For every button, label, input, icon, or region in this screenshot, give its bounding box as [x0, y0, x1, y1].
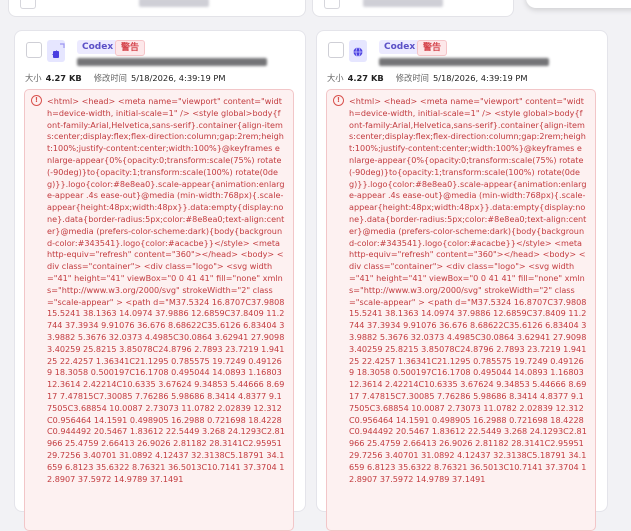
file-meta: 大小 4.27 KB 修改时间 5/18/2026, 4:39:19 PM [25, 72, 226, 84]
select-checkbox[interactable] [26, 42, 42, 58]
size-value: 4.27 KB [347, 73, 384, 83]
source-tag: Codex [379, 40, 421, 54]
file-name-redacted [379, 58, 549, 66]
error-message-box: ! <html> <head> <meta name="viewport" co… [326, 89, 596, 531]
previous-card-right [312, 0, 514, 17]
previous-card-checkbox[interactable] [324, 0, 340, 9]
modified-label: 修改时间 [93, 73, 127, 83]
error-message-text: <html> <head> <meta name="viewport" cont… [349, 96, 590, 484]
file-meta: 大小 4.27 KB 修改时间 5/18/2026, 4:39:19 PM [327, 72, 528, 84]
select-checkbox[interactable] [328, 42, 344, 58]
previous-card-redacted-text [363, 0, 443, 7]
warning-badge: 警告 [115, 40, 146, 56]
alert-circle-icon: ! [31, 95, 42, 106]
file-card[interactable]: Codex 警告 大小 4.27 KB 修改时间 5/18/2026, 4:39:19… [316, 30, 608, 531]
error-message-box: ! <html> <head> <meta name="viewport" co… [24, 89, 294, 531]
size-label: 大小 [25, 73, 42, 83]
previous-card-redacted-text [139, 0, 209, 7]
previous-row [0, 0, 631, 22]
modified-value: 5/18/2026, 4:39:19 PM [432, 73, 528, 83]
file-script-icon [47, 40, 65, 62]
previous-card-left [8, 0, 306, 17]
modified-value: 5/18/2026, 4:39:19 PM [130, 73, 226, 83]
size-value: 4.27 KB [45, 73, 82, 83]
globe-icon [349, 40, 367, 62]
floating-panel [526, 0, 631, 8]
previous-card-checkbox[interactable] [20, 0, 36, 9]
warning-badge: 警告 [417, 40, 448, 56]
size-label: 大小 [327, 73, 344, 83]
file-name-redacted [77, 58, 267, 66]
alert-circle-icon: ! [333, 95, 344, 106]
source-tag: Codex [77, 40, 119, 54]
file-card[interactable]: Codex 警告 大小 4.27 KB 修改时间 5/18/2026, 4:39:19… [14, 30, 306, 531]
modified-label: 修改时间 [395, 73, 429, 83]
error-message-text: <html> <head> <meta name="viewport" cont… [47, 96, 288, 484]
